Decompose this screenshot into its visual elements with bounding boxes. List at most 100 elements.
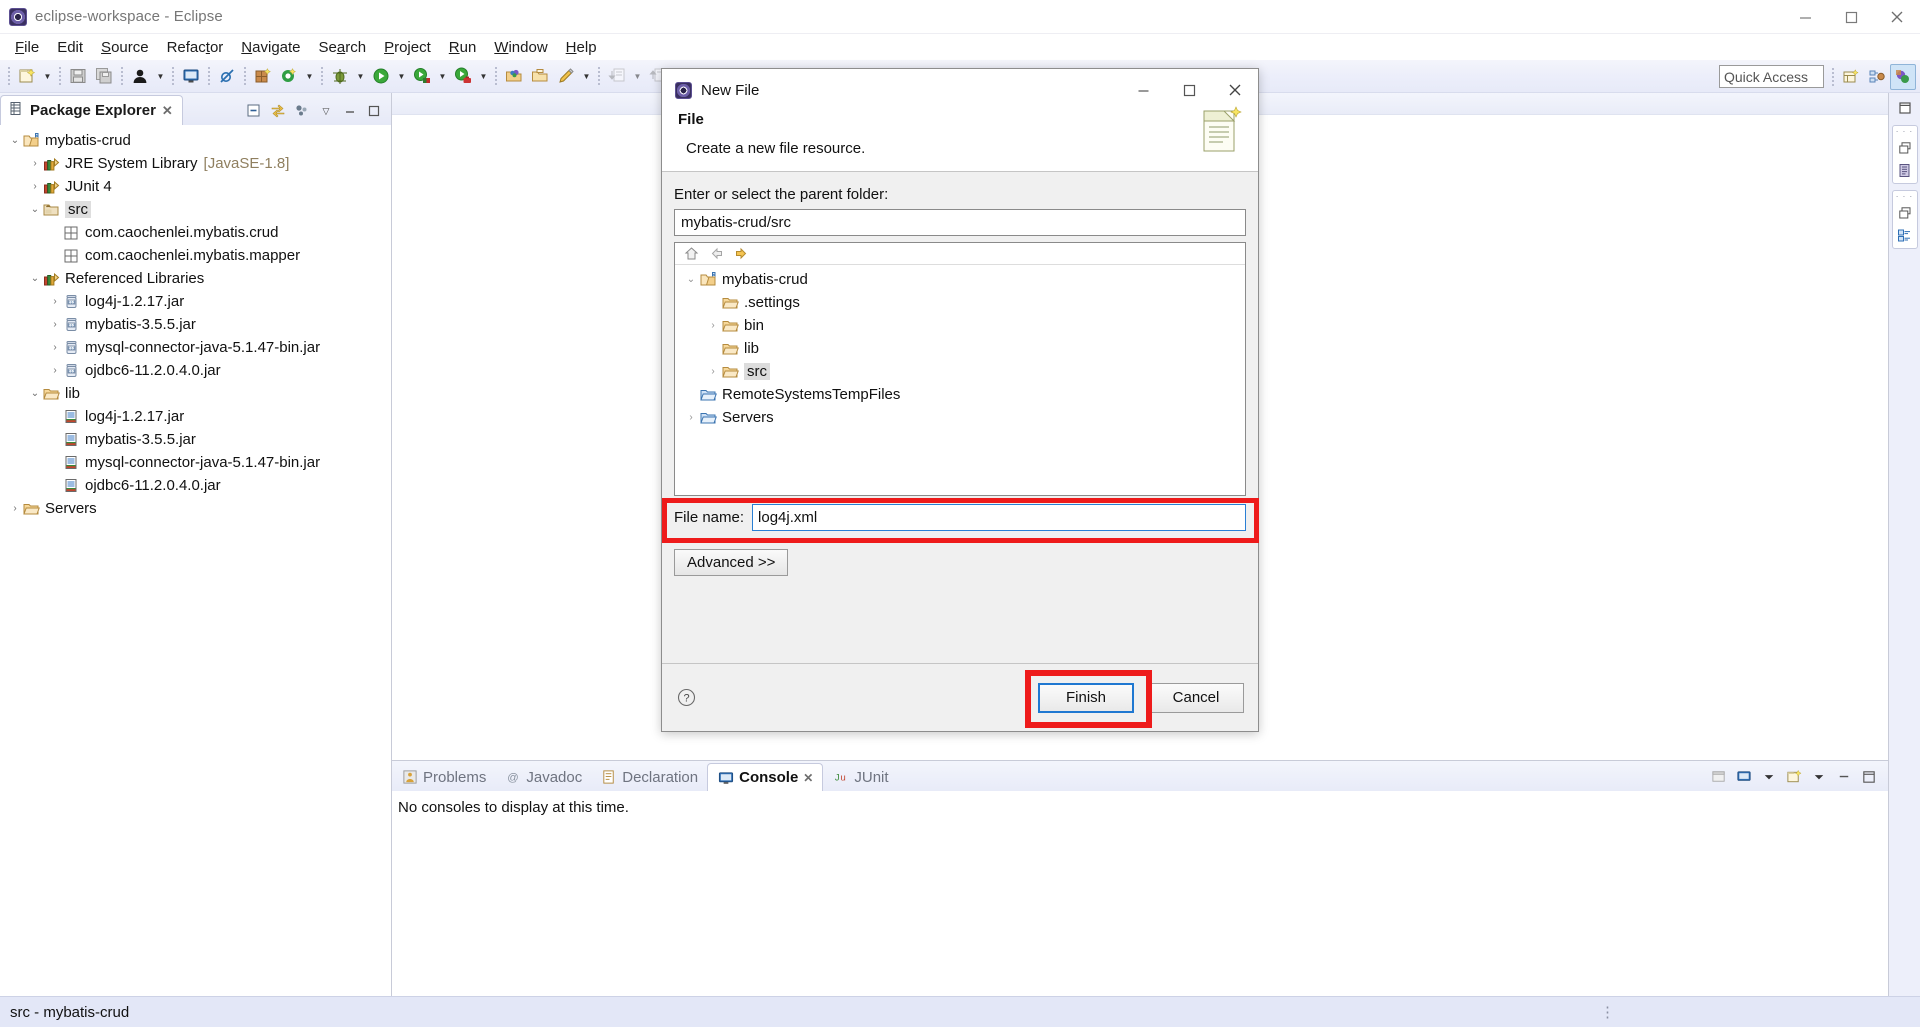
next-annotation-dropdown-icon[interactable]: ▼ [630,63,645,89]
close-icon[interactable]: ✕ [162,103,173,119]
tab-problems[interactable]: Problems [392,763,495,791]
menu-file[interactable]: File [6,37,48,58]
tab-console[interactable]: Console ✕ [707,763,824,791]
dropdown2-icon[interactable] [1808,766,1830,788]
twisty-expanded-icon[interactable]: ⌄ [28,198,42,221]
collapse-all-icon[interactable] [243,100,265,122]
outline-icon[interactable] [1896,161,1914,179]
save-all-icon[interactable] [91,63,117,89]
dialog-tree-row[interactable]: RemoteSystemsTempFiles [675,383,1245,406]
drag-handle-dots[interactable]: · · · [1896,128,1913,136]
tree-row[interactable]: › 010 log4j-1.2.17.jar [0,290,391,313]
new-class-dropdown-icon[interactable]: ▼ [302,63,317,89]
dialog-tree-row[interactable]: .settings [675,291,1245,314]
tree-row[interactable]: ojdbc6-11.2.0.4.0.jar [0,474,391,497]
new-wizard-dropdown-icon[interactable]: ▼ [40,63,55,89]
home-icon[interactable] [682,244,701,263]
run-dropdown-icon[interactable]: ▼ [394,63,409,89]
task-list-icon[interactable] [1896,226,1914,244]
next-annotation-icon[interactable] [604,63,630,89]
dialog-tree-row[interactable]: › Servers [675,406,1245,429]
debug-icon[interactable] [327,63,353,89]
forward-icon[interactable] [732,244,751,263]
tree-row[interactable]: ⌄ mybatis-crud [0,129,391,152]
tree-row[interactable]: › 010 mybatis-3.5.5.jar [0,313,391,336]
twisty-expanded-icon[interactable]: ⌄ [28,267,42,290]
run-external-tools-icon[interactable] [450,63,476,89]
twisty-collapsed-icon[interactable]: › [48,313,62,336]
quick-access-input[interactable]: Quick Access [1719,65,1824,88]
tab-package-explorer[interactable]: Package Explorer ✕ [0,95,183,125]
help-icon[interactable]: ? [676,688,696,708]
display-selected-console-icon[interactable] [1733,766,1755,788]
tree-row[interactable]: com.caochenlei.mybatis.crud [0,221,391,244]
tab-junit[interactable]: Ju JUnit [823,763,897,791]
dialog-tree-row[interactable]: › bin [675,314,1245,337]
menu-project[interactable]: Project [375,37,440,58]
skip-breakpoints-icon[interactable] [214,63,240,89]
java-ee-perspective-icon[interactable] [1890,64,1916,90]
fast-view-outline[interactable]: · · · [1891,125,1918,184]
new-java-class-icon[interactable] [276,63,302,89]
tree-row[interactable]: mysql-connector-java-5.1.47-bin.jar [0,451,391,474]
debug-dropdown-icon[interactable]: ▼ [353,63,368,89]
maximize-icon[interactable] [1892,97,1918,119]
tab-declaration[interactable]: Declaration [591,763,707,791]
annotation-icon[interactable] [553,63,579,89]
tree-row[interactable]: ⌄ Referenced Libraries [0,267,391,290]
minimize-button[interactable] [1782,0,1828,34]
tree-row[interactable]: log4j-1.2.17.jar [0,405,391,428]
tree-row[interactable]: ⌄ src [0,198,391,221]
twisty-expanded-icon[interactable]: ⌄ [683,268,699,291]
twisty-collapsed-icon[interactable]: › [48,290,62,313]
run-icon[interactable] [368,63,394,89]
twisty-collapsed-icon[interactable]: › [8,497,22,520]
twisty-expanded-icon[interactable]: ⌄ [8,129,22,152]
view-dropdown-icon[interactable]: ▽ [315,100,337,122]
tree-row[interactable]: › 010 mysql-connector-java-5.1.47-bin.jar [0,336,391,359]
new-console-view-icon[interactable] [1783,766,1805,788]
filename-input[interactable]: log4j.xml [752,504,1246,531]
twisty-collapsed-icon[interactable]: › [683,406,699,429]
twisty-collapsed-icon[interactable]: › [705,360,721,383]
minimize-icon[interactable] [1833,766,1855,788]
tree-row[interactable]: ⌄ lib [0,382,391,405]
annotation-dropdown-icon[interactable]: ▼ [579,63,594,89]
tree-row[interactable]: com.caochenlei.mybatis.mapper [0,244,391,267]
restore-icon[interactable] [1896,139,1914,157]
console-view-icon[interactable] [178,63,204,89]
new-wizard-icon[interactable] [14,63,40,89]
finish-button[interactable]: Finish [1038,682,1134,713]
open-type-icon[interactable] [501,63,527,89]
user-icon[interactable] [127,63,153,89]
dialog-tree-row[interactable]: lib [675,337,1245,360]
run-coverage-icon[interactable] [409,63,435,89]
twisty-collapsed-icon[interactable]: › [48,336,62,359]
maximize-icon[interactable] [363,100,385,122]
drag-handle-dots[interactable]: · · · [1896,193,1913,201]
menu-refactor[interactable]: Refactor [158,37,233,58]
minimize-button[interactable] [1120,69,1166,111]
dialog-tree-row[interactable]: ⌄ mybatis-crud [675,268,1245,291]
advanced-button[interactable]: Advanced >> [674,549,789,576]
resize-grip-icon[interactable]: ⋮ [1600,1003,1616,1021]
save-icon[interactable] [65,63,91,89]
java-perspective-icon[interactable] [1864,64,1890,90]
tree-row[interactable]: › JRE System Library [JavaSE-1.8] [0,152,391,175]
twisty-collapsed-icon[interactable]: › [28,175,42,198]
back-icon[interactable] [707,244,726,263]
package-explorer-tree[interactable]: ⌄ mybatis-crud › JRE System Library [JavaSE-… [0,125,391,996]
view-menu-icon[interactable] [291,100,313,122]
user-dropdown-icon[interactable]: ▼ [153,63,168,89]
twisty-collapsed-icon[interactable]: › [705,314,721,337]
tree-row[interactable]: › 010 ojdbc6-11.2.0.4.0.jar [0,359,391,382]
open-console-icon[interactable] [1708,766,1730,788]
fast-view-tasklist[interactable]: · · · [1891,190,1918,249]
tree-row[interactable]: › Servers [0,497,391,520]
menu-edit[interactable]: Edit [48,37,92,58]
cancel-button[interactable]: Cancel [1148,682,1244,713]
new-java-package-icon[interactable] [250,63,276,89]
tree-row[interactable]: mybatis-3.5.5.jar [0,428,391,451]
tab-javadoc[interactable]: @ Javadoc [495,763,591,791]
open-task-icon[interactable] [527,63,553,89]
